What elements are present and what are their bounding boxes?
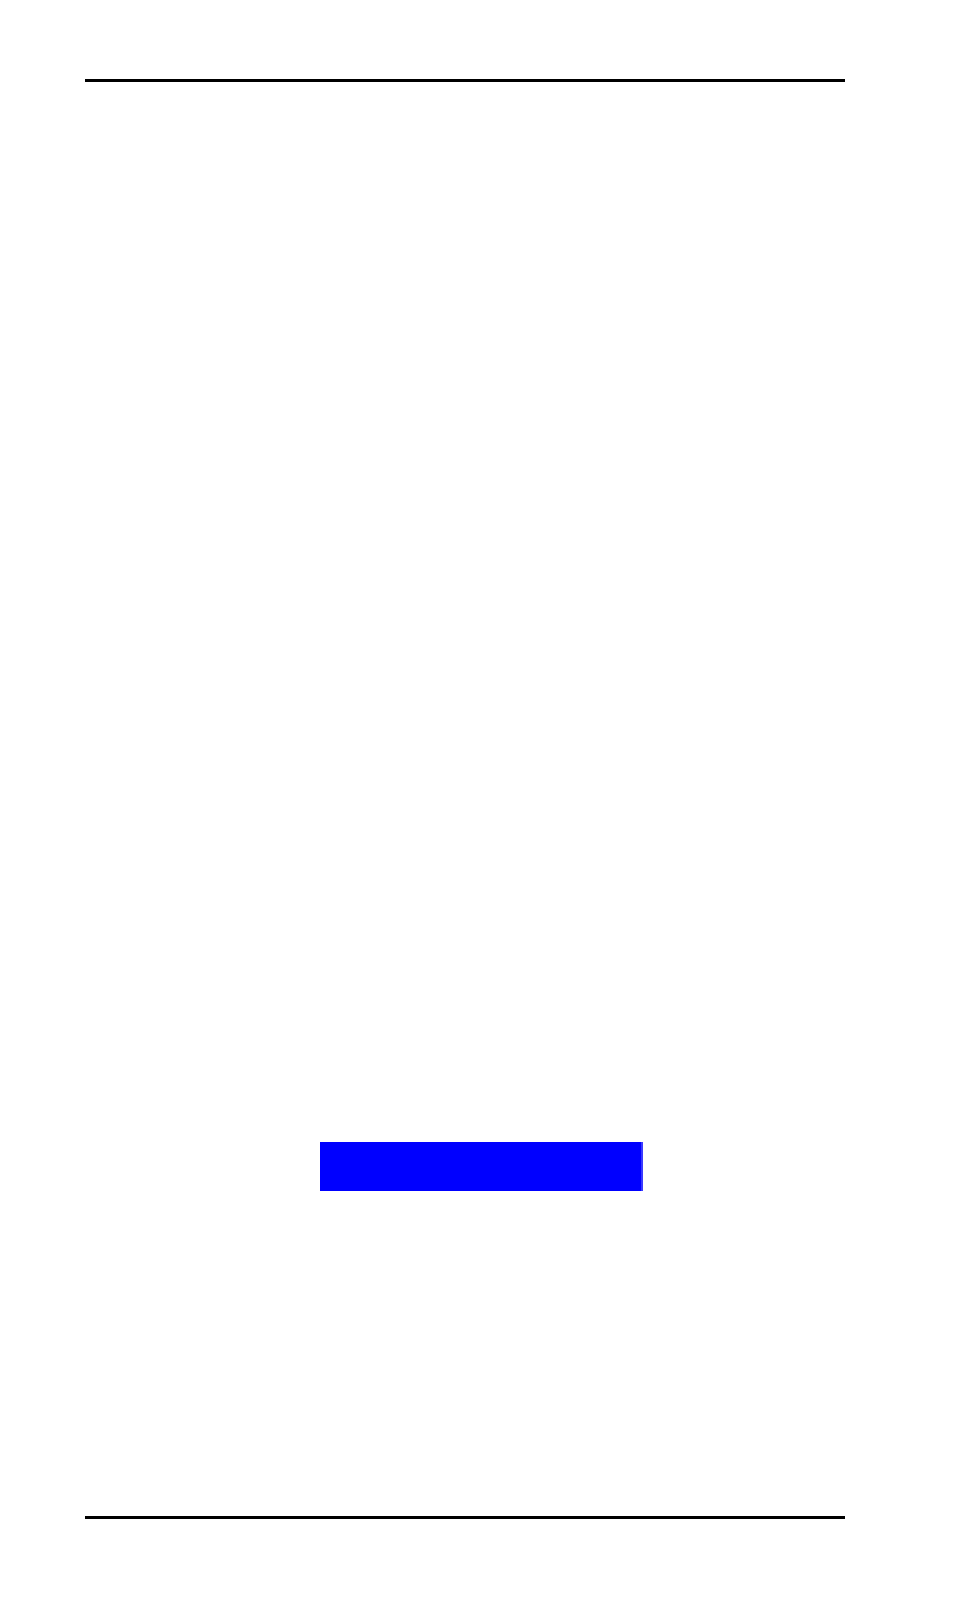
header-rule bbox=[85, 79, 845, 82]
rom-reflash-banner bbox=[320, 1142, 643, 1191]
manual-page bbox=[0, 0, 954, 1608]
footer-rule bbox=[85, 1516, 845, 1519]
